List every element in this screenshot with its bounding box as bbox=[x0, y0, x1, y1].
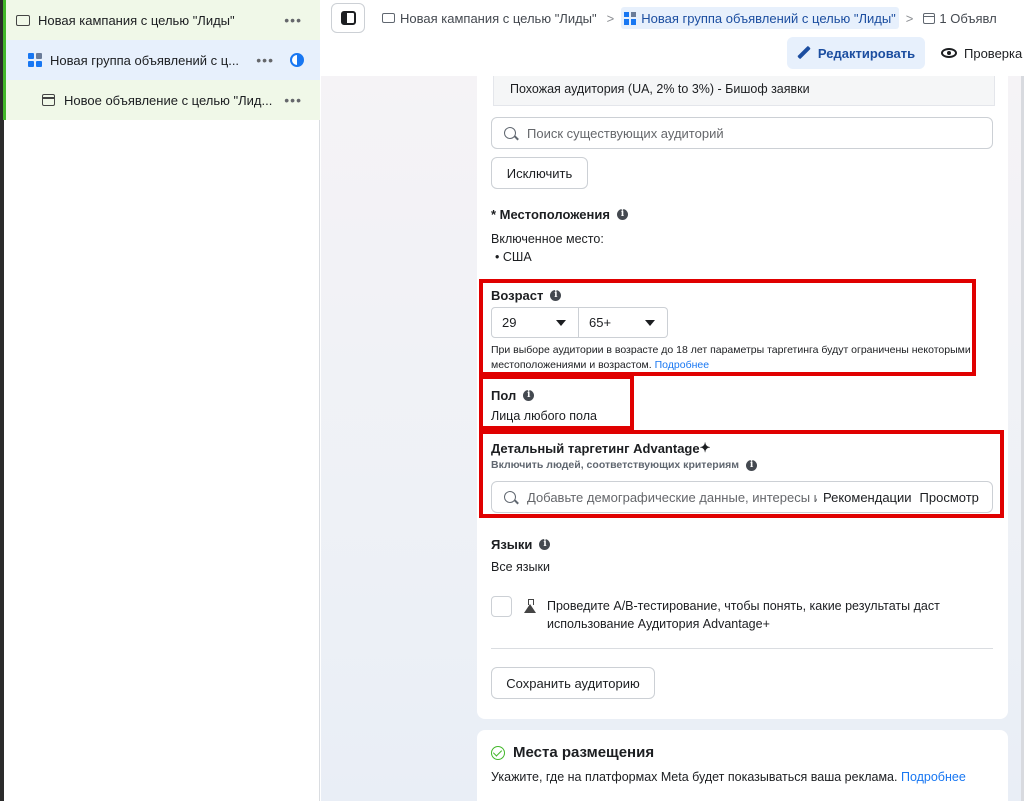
location-item: • США bbox=[495, 250, 532, 264]
detailed-targeting-highlight-box bbox=[479, 430, 1004, 518]
breadcrumb-label: Новая группа объявлений с целью "Лиды" bbox=[641, 10, 896, 26]
audience-search-input[interactable]: Поиск существующих аудиторий bbox=[491, 117, 993, 149]
ab-test-checkbox[interactable] bbox=[491, 596, 512, 617]
more-options-icon[interactable]: ••• bbox=[284, 12, 302, 28]
window-edge bbox=[0, 0, 4, 801]
sidebar-item-label: Новая кампания с целью "Лиды" bbox=[38, 12, 235, 28]
review-button[interactable]: Проверка bbox=[941, 37, 1022, 69]
breadcrumb-label: 1 Объявл bbox=[939, 10, 997, 26]
exclude-button[interactable]: Исключить bbox=[491, 157, 588, 189]
eye-icon bbox=[941, 48, 957, 58]
placements-card: Места размещения Укажите, где на платфор… bbox=[477, 730, 1008, 801]
folder-icon bbox=[382, 13, 395, 23]
age-highlight-box bbox=[479, 279, 976, 376]
locations-title: * Местоположения bbox=[491, 207, 610, 222]
sidebar-item-adset[interactable]: Новая группа объявлений с ц... ••• bbox=[6, 40, 320, 80]
breadcrumb-adset[interactable]: Новая группа объявлений с целью "Лиды" bbox=[621, 7, 899, 29]
ab-test-text: Проведите A/B-тестирование, чтобы понять… bbox=[547, 599, 940, 631]
placements-learn-more-link[interactable]: Подробнее bbox=[901, 770, 966, 784]
included-location-label: Включенное место: bbox=[491, 232, 604, 246]
pencil-icon bbox=[797, 46, 811, 60]
sidebar-item-campaign[interactable]: Новая кампания с целью "Лиды" ••• bbox=[6, 0, 320, 40]
ad-icon bbox=[42, 94, 55, 106]
ad-set-grid-icon bbox=[28, 53, 42, 67]
breadcrumb-label: Новая кампания с целью "Лиды" bbox=[400, 10, 597, 26]
more-options-icon[interactable]: ••• bbox=[284, 92, 302, 108]
breadcrumb-ad[interactable]: 1 Объявл bbox=[920, 7, 999, 29]
gender-highlight-box bbox=[479, 375, 634, 430]
languages-value[interactable]: Все языки bbox=[491, 560, 550, 574]
info-icon[interactable]: i bbox=[539, 539, 551, 550]
selected-lookalike-audience: Похожая аудитория (UA, 2% to 3%) - Бишоф… bbox=[493, 76, 995, 106]
campaign-tree-sidebar: Новая кампания с целью "Лиды" ••• Новая … bbox=[6, 0, 320, 801]
languages-title: Языки bbox=[491, 537, 533, 552]
breadcrumb-campaign[interactable]: Новая кампания с целью "Лиды" bbox=[379, 7, 600, 29]
flask-icon bbox=[524, 599, 536, 613]
placements-description-text: Укажите, где на платформах Meta будет по… bbox=[491, 770, 898, 784]
info-icon[interactable]: i bbox=[616, 209, 628, 220]
sidebar-panel-icon bbox=[340, 11, 356, 25]
more-options-icon[interactable]: ••• bbox=[256, 52, 274, 68]
sidebar-item-label: Новая группа объявлений с ц... bbox=[50, 52, 240, 68]
placements-title: Места размещения bbox=[513, 744, 655, 761]
folder-icon bbox=[16, 14, 30, 26]
breadcrumb-separator: > bbox=[606, 10, 615, 26]
check-circle-icon bbox=[491, 745, 505, 760]
edit-button-label: Редактировать bbox=[817, 45, 916, 61]
divider bbox=[491, 648, 993, 649]
review-button-label: Проверка bbox=[964, 45, 1023, 61]
languages-heading: Языки i bbox=[491, 537, 551, 552]
breadcrumb: Новая кампания с целью "Лиды" > Новая гр… bbox=[379, 7, 1000, 29]
placements-heading: Места размещения bbox=[491, 744, 654, 761]
ad-set-grid-icon bbox=[624, 11, 637, 25]
edit-button[interactable]: Редактировать bbox=[787, 37, 925, 69]
search-icon bbox=[504, 127, 516, 139]
sidebar-item-label: Новое объявление с целью "Лид... bbox=[64, 92, 273, 108]
toggle-sidebar-button[interactable] bbox=[331, 3, 365, 33]
half-circle-status-icon[interactable] bbox=[290, 53, 304, 67]
top-bar: Новая кампания с целью "Лиды" > Новая гр… bbox=[321, 0, 1024, 76]
ad-icon bbox=[923, 12, 936, 24]
sidebar-item-ad[interactable]: Новое объявление с целью "Лид... ••• bbox=[6, 80, 320, 120]
placements-description: Укажите, где на платформах Meta будет по… bbox=[491, 770, 966, 784]
breadcrumb-separator: > bbox=[905, 10, 914, 26]
search-placeholder: Поиск существующих аудиторий bbox=[527, 125, 724, 141]
save-audience-button[interactable]: Сохранить аудиторию bbox=[491, 667, 655, 699]
locations-heading: * Местоположения i bbox=[491, 207, 628, 222]
